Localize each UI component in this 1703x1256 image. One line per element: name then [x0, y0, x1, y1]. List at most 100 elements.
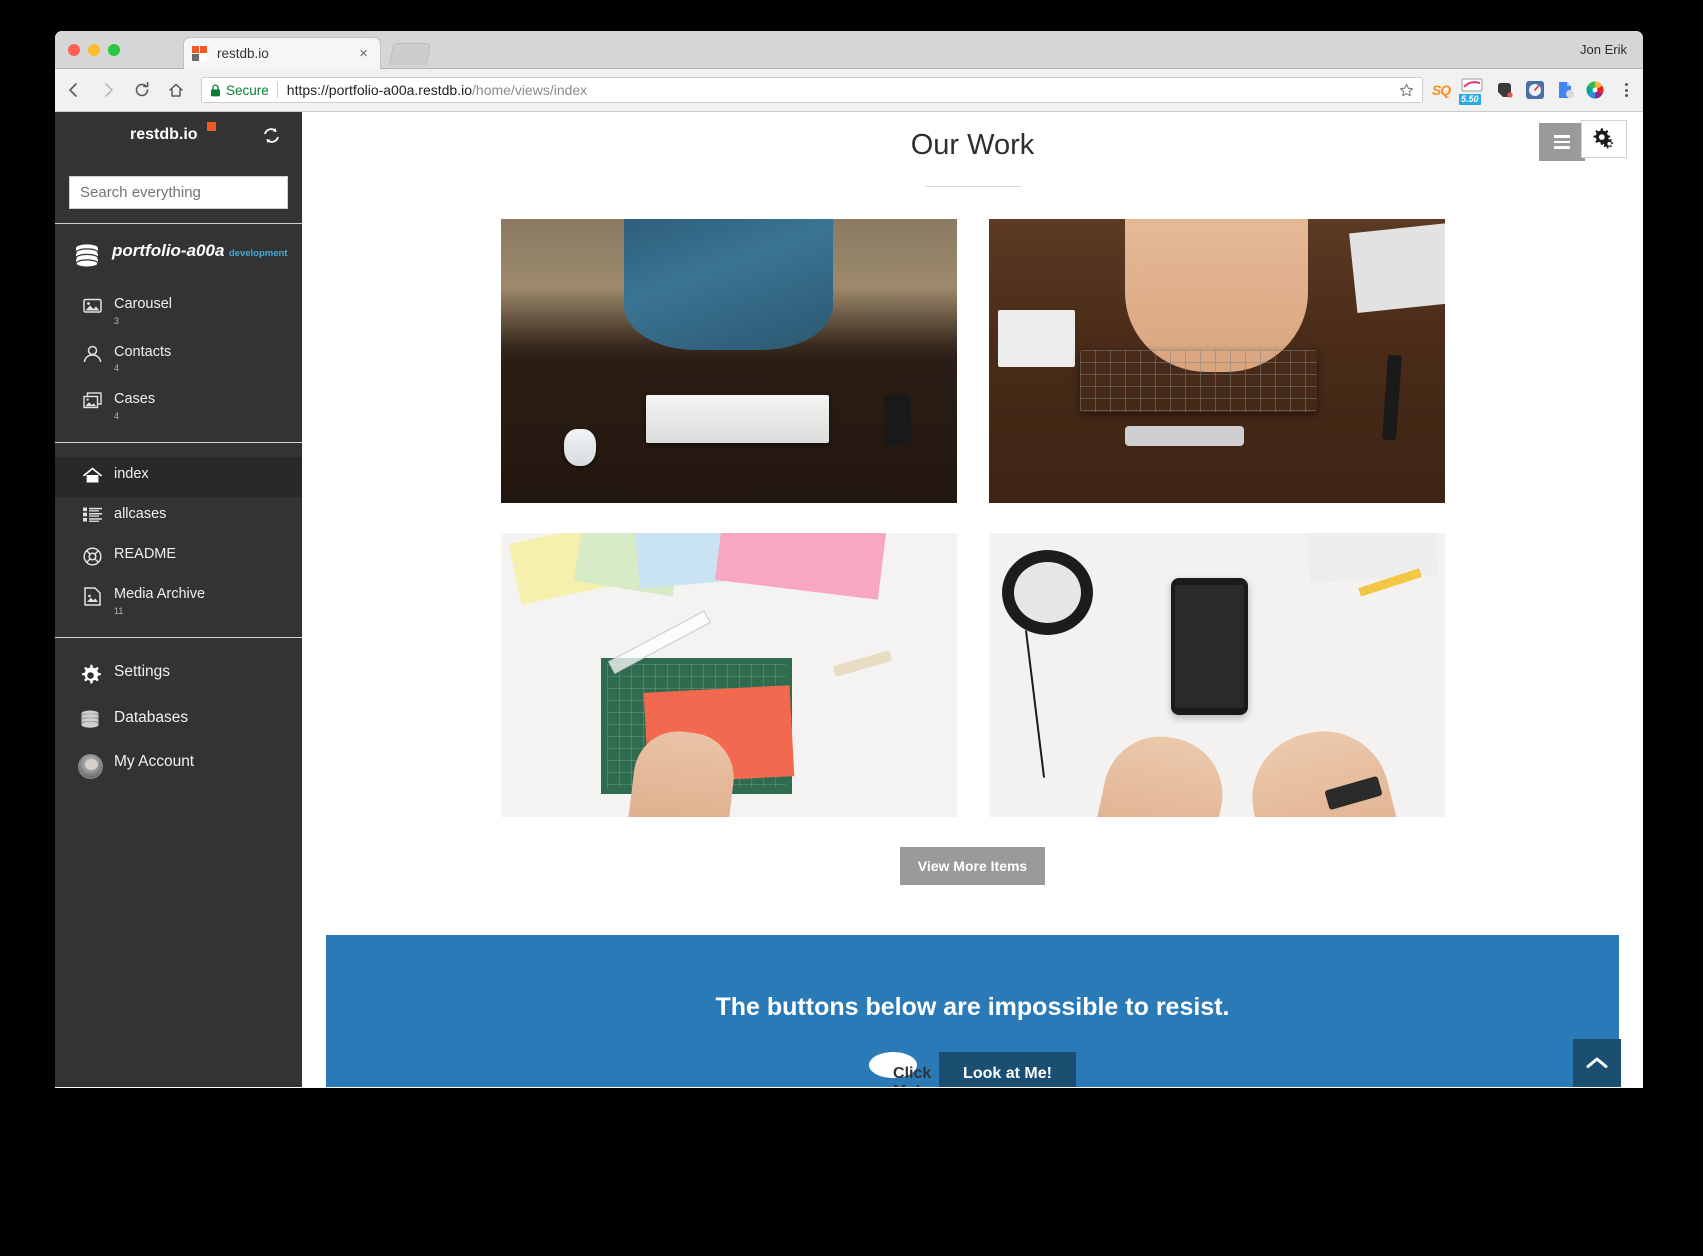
database-icon [73, 244, 101, 275]
home-icon[interactable] [161, 75, 191, 105]
back-icon[interactable] [59, 75, 89, 105]
sidebar-item-count: 3 [114, 315, 120, 326]
title-divider [924, 186, 1021, 187]
sidebar-item-count: 4 [114, 411, 120, 422]
view-more-items-button[interactable]: View More Items [899, 847, 1046, 885]
sidebar-item-label: index [114, 466, 149, 483]
window-user-name: Jon Erik [1580, 42, 1627, 57]
list-icon [81, 507, 103, 522]
menu-toggle-icon[interactable] [1539, 123, 1585, 161]
avatar-icon [77, 753, 103, 779]
sidebar-item-label: Media Archive [114, 586, 206, 603]
sidebar-search [55, 176, 302, 223]
badge-extension-icon[interactable]: 5.50 [1459, 78, 1485, 105]
chevron-up-icon [1586, 1057, 1608, 1068]
portfolio-gallery [500, 219, 1445, 817]
url-path: /home/views/index [472, 82, 588, 98]
lock-icon [210, 83, 221, 97]
sidebar-item-label: Carousel [114, 296, 173, 312]
gallery-image-paper-cutting-mat [500, 533, 957, 817]
sidebar-item-count: 4 [114, 363, 120, 374]
sidebar-item-label: README [114, 546, 177, 563]
extension-badge-count: 5.50 [1459, 94, 1481, 105]
image-stack-icon [81, 297, 103, 314]
gallery-item[interactable] [500, 219, 957, 503]
callout-heading: The buttons below are impossible to resi… [715, 993, 1230, 1021]
browser-extension-icons: SQ 5.50 [1431, 78, 1643, 105]
sidebar-item-databases[interactable]: Databases [55, 698, 302, 742]
gauge-extension-icon[interactable] [1525, 80, 1545, 100]
search-input[interactable] [69, 176, 288, 209]
sidebar-item-readme[interactable]: README [55, 537, 302, 577]
scroll-to-top-button[interactable] [1573, 1039, 1621, 1087]
gallery-item[interactable] [988, 533, 1445, 817]
look-at-me-button[interactable]: Look at Me! [939, 1052, 1076, 1087]
sq-extension-icon[interactable]: SQ [1431, 80, 1451, 100]
browser-tab-title: restdb.io [217, 46, 269, 61]
sidebar-item-cases[interactable]: Cases 4 [55, 382, 302, 430]
docs-extension-icon[interactable] [1555, 80, 1575, 100]
sidebar-item-media-archive[interactable]: Media Archive 11 [55, 577, 302, 625]
floating-tools [1539, 120, 1627, 161]
media-icon [81, 587, 103, 606]
address-bar-url: https://portfolio-a00a.restdb.io/home/vi… [287, 82, 587, 98]
sidebar-item-label: Cases [114, 391, 156, 408]
gear-icon [77, 664, 103, 687]
sidebar-header: restdb.io [55, 112, 302, 176]
sidebar-collections-section: portfolio-a00a development Carousel 3 Co… [55, 224, 302, 442]
click-me-button[interactable]: Click Me! [869, 1052, 931, 1087]
main-content: Our Work View More Items The buttons bel… [302, 112, 1643, 1087]
browser-tab-bar: restdb.io × Jon Erik [55, 31, 1643, 69]
database-header[interactable]: portfolio-a00a development [55, 238, 302, 287]
address-bar[interactable]: Secure https://portfolio-a00a.restdb.io/… [201, 77, 1423, 103]
browser-toolbar: Secure https://portfolio-a00a.restdb.io/… [55, 69, 1643, 112]
reload-icon[interactable] [127, 75, 157, 105]
browser-tab[interactable]: restdb.io × [183, 37, 381, 69]
page-viewport: restdb.io Search everything portfolio-a0… [55, 112, 1643, 1087]
sidebar-item-allcases[interactable]: allcases [55, 497, 302, 537]
close-tab-icon[interactable]: × [355, 44, 372, 63]
avatar [77, 753, 103, 779]
gallery-image-phone-headphones [988, 533, 1445, 817]
sidebar-item-my-account[interactable]: My Account [55, 742, 302, 790]
sidebar-item-count: 11 [114, 605, 124, 616]
new-tab-button[interactable] [388, 43, 432, 65]
restdb-logo[interactable]: restdb.io [130, 126, 198, 144]
database-name: portfolio-a00a [112, 241, 225, 260]
refresh-icon[interactable] [263, 127, 280, 149]
color-wheel-extension-icon[interactable] [1585, 80, 1605, 100]
gallery-image-desk-keyboard [500, 219, 957, 503]
minimize-window-button[interactable] [88, 44, 100, 56]
address-bar-divider [276, 82, 278, 98]
sidebar-item-label: My Account [114, 752, 195, 770]
database-icon [77, 710, 103, 731]
sidebar-pages-section: index allcases README Media Archive 11 [55, 443, 302, 637]
callout-section: The buttons below are impossible to resi… [326, 935, 1619, 1087]
lifebuoy-icon [81, 547, 103, 566]
gallery-item[interactable] [988, 219, 1445, 503]
evernote-extension-icon[interactable] [1495, 80, 1515, 100]
sidebar-item-label: Settings [114, 662, 171, 680]
sidebar-item-label: Databases [114, 708, 189, 726]
url-host: https://portfolio-a00a.restdb.io [286, 82, 473, 98]
home-icon [81, 467, 103, 484]
sidebar-item-contacts[interactable]: Contacts 4 [55, 335, 302, 383]
sidebar-item-settings[interactable]: Settings [55, 652, 302, 698]
sidebar-item-index[interactable]: index [55, 457, 302, 498]
maximize-window-button[interactable] [108, 44, 120, 56]
chrome-menu-icon[interactable] [1617, 78, 1635, 102]
page-title: Our Work [910, 129, 1035, 161]
bookmark-star-icon[interactable] [1399, 83, 1414, 98]
logo-accent-square-icon [207, 122, 216, 131]
sidebar-item-label: Contacts [114, 343, 172, 360]
view-more-wrapper: View More Items [302, 847, 1643, 885]
close-window-button[interactable] [68, 44, 80, 56]
database-environment: development [228, 248, 288, 259]
app-sidebar: restdb.io Search everything portfolio-a0… [55, 112, 302, 1087]
person-icon [81, 345, 103, 363]
forward-icon[interactable] [93, 75, 123, 105]
page-settings-gears-icon[interactable] [1581, 120, 1627, 158]
restdb-favicon-icon [192, 45, 208, 62]
sidebar-item-carousel[interactable]: Carousel 3 [55, 287, 302, 335]
gallery-item[interactable] [500, 533, 957, 817]
